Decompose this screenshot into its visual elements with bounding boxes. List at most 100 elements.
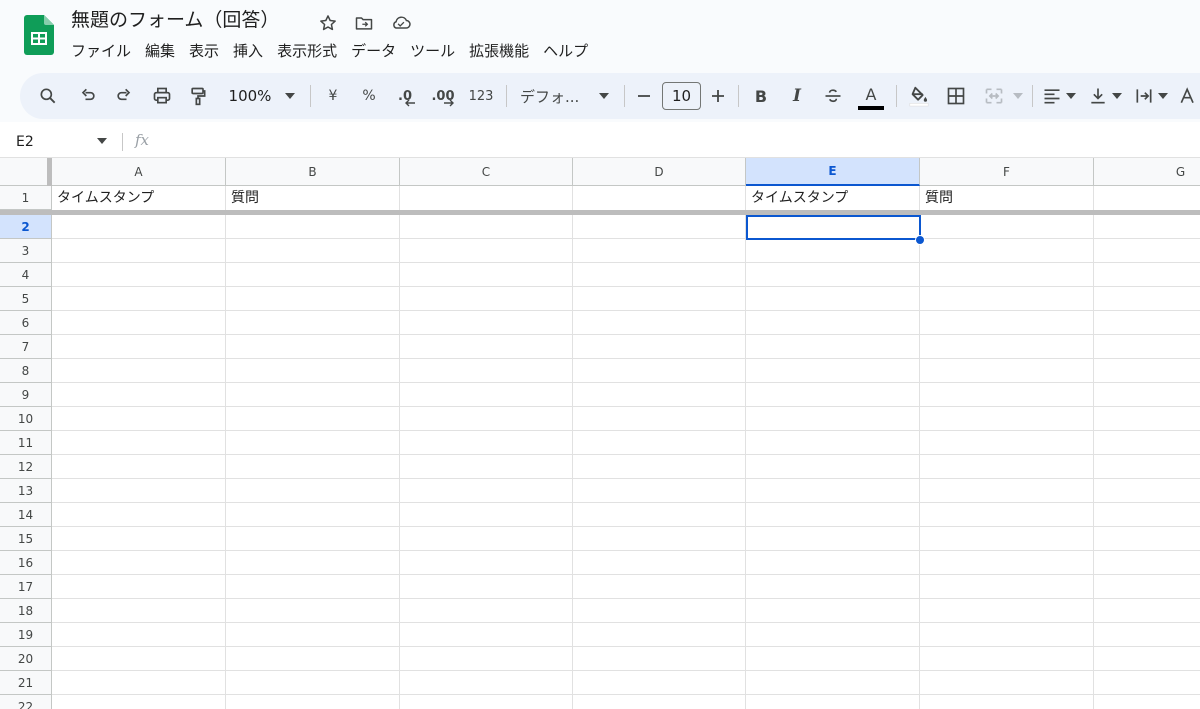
toolbar-divider [738,85,739,107]
menu-view[interactable]: 表示 [182,39,226,63]
row-header-14[interactable]: 14 [0,503,52,527]
selected-cell-e2[interactable] [746,215,921,240]
column-header-a[interactable]: A [52,158,226,186]
menu-data[interactable]: データ [344,39,403,63]
menu-file[interactable]: ファイル [64,39,138,63]
font-value: デフォ... [520,87,580,106]
row-header-16[interactable]: 16 [0,551,52,575]
star-icon[interactable] [318,11,354,35]
row-header-7[interactable]: 7 [0,335,52,359]
formula-input[interactable] [170,126,1200,158]
italic-icon[interactable]: I [784,73,810,119]
merge-cells-icon[interactable] [980,73,1008,119]
menu-format[interactable]: 表示形式 [270,39,344,63]
undo-icon[interactable] [74,73,102,119]
toolbar-divider [624,85,625,107]
paint-format-icon[interactable] [184,73,212,119]
cloud-saved-icon[interactable] [390,11,426,35]
row-header-1[interactable]: 1 [0,186,52,210]
menu-help[interactable]: ヘルプ [536,39,595,63]
row-header-6[interactable]: 6 [0,311,52,335]
cell-a1[interactable]: タイムスタンプ [52,186,226,210]
text-wrap-icon[interactable] [1132,73,1156,119]
vertical-align-icon[interactable] [1086,73,1110,119]
increase-decimal-icon[interactable]: .00 [428,73,458,119]
font-size-value: 10 [671,87,692,105]
horizontal-align-icon[interactable] [1040,73,1064,119]
formula-bar: E2 fx [0,126,1200,158]
row-header-4[interactable]: 4 [0,263,52,287]
row-header-22[interactable]: 22 [0,695,52,709]
halign-dropdown-icon[interactable] [1064,73,1078,119]
menu-tools[interactable]: ツール [403,39,462,63]
fill-handle[interactable] [915,235,925,245]
move-folder-icon[interactable] [354,11,390,35]
number-format-icon[interactable]: 123 [466,73,496,119]
sheets-logo-icon[interactable] [24,15,54,55]
select-all-corner[interactable] [0,158,52,186]
toolbar-divider [506,85,507,107]
row-header-15[interactable]: 15 [0,527,52,551]
cell-b1[interactable]: 質問 [226,186,400,210]
zoom-dropdown-icon[interactable] [280,73,300,119]
wrap-dropdown-icon[interactable] [1156,73,1170,119]
formula-divider [122,133,123,151]
font-size-input[interactable]: 10 [662,82,701,110]
row-header-8[interactable]: 8 [0,359,52,383]
row-header-3[interactable]: 3 [0,239,52,263]
row-header-5[interactable]: 5 [0,287,52,311]
zoom-value: 100% [228,87,272,105]
column-header-d[interactable]: D [573,158,746,186]
cell-f1[interactable]: 質問 [920,186,1094,210]
menu-edit[interactable]: 編集 [138,39,182,63]
zoom-select[interactable]: 100% [224,73,276,119]
strikethrough-icon[interactable] [820,73,846,119]
menu-insert[interactable]: 挿入 [226,39,270,63]
frozen-row-divider[interactable] [0,210,1200,215]
text-color-icon[interactable]: A [856,73,886,119]
search-icon[interactable] [34,73,62,119]
name-box-dropdown-icon[interactable] [97,138,107,144]
bold-icon[interactable]: B [748,73,774,119]
column-header-f[interactable]: F [920,158,1094,186]
row-header-2[interactable]: 2 [0,215,52,239]
row-header-19[interactable]: 19 [0,623,52,647]
row-header-10[interactable]: 10 [0,407,52,431]
row-header-17[interactable]: 17 [0,575,52,599]
decrease-decimal-icon[interactable]: .0 [392,73,418,119]
column-header-g[interactable]: G [1094,158,1200,186]
currency-symbol: ¥ [328,88,338,104]
row-header-21[interactable]: 21 [0,671,52,695]
redo-icon[interactable] [110,73,138,119]
menu-extensions[interactable]: 拡張機能 [462,39,536,63]
column-header-b[interactable]: B [226,158,400,186]
row-header-13[interactable]: 13 [0,479,52,503]
name-box[interactable]: E2 [16,126,34,158]
row-header-20[interactable]: 20 [0,647,52,671]
row-header-11[interactable]: 11 [0,431,52,455]
font-size-decrease-icon[interactable] [632,73,656,119]
spreadsheet-grid[interactable]: A B C D E F G 1 2 3 4 5 6 7 8 9 10 11 12 13 14 15 16 17 18 19 20 21… [0,158,1200,709]
valign-dropdown-icon[interactable] [1110,73,1124,119]
row-header-18[interactable]: 18 [0,599,52,623]
text-rotation-icon[interactable] [1178,73,1200,119]
column-header-c[interactable]: C [400,158,573,186]
title-icons [318,11,426,35]
percent-icon[interactable]: % [356,73,382,119]
document-title[interactable]: 無題のフォーム（回答） [71,6,279,34]
currency-icon[interactable]: ¥ [320,73,346,119]
print-icon[interactable] [148,73,176,119]
row-header-12[interactable]: 12 [0,455,52,479]
column-gridline [919,186,920,709]
borders-icon[interactable] [942,73,970,119]
fill-color-icon[interactable] [904,73,934,119]
cell-e1[interactable]: タイムスタンプ [746,186,920,210]
row-header-9[interactable]: 9 [0,383,52,407]
merge-dropdown-icon[interactable] [1010,73,1026,119]
font-select[interactable]: デフォ... [520,73,584,119]
toolbar-divider [896,85,897,107]
column-gridline [572,186,573,709]
font-size-increase-icon[interactable] [706,73,730,119]
column-header-e[interactable]: E [746,158,920,186]
font-dropdown-icon[interactable] [594,73,614,119]
